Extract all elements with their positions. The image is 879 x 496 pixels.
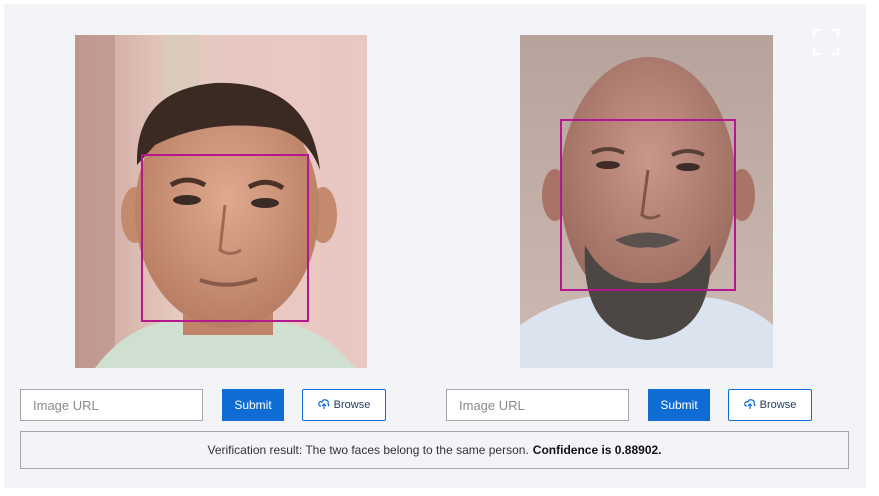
- right-browse-label: Browse: [759, 399, 797, 411]
- right-submit-button[interactable]: Submit: [648, 389, 710, 421]
- left-browse-button[interactable]: Browse: [302, 389, 386, 421]
- right-image-url-input[interactable]: [446, 389, 629, 421]
- right-face-photo: [520, 35, 773, 368]
- result-text: Verification result: The two faces belon…: [207, 443, 529, 457]
- fullscreen-icon[interactable]: [812, 28, 840, 56]
- left-browse-label: Browse: [333, 399, 371, 411]
- confidence-text: Confidence is 0.88902.: [532, 443, 662, 457]
- verification-result: Verification result: The two faces belon…: [20, 431, 849, 469]
- left-submit-button[interactable]: Submit: [222, 389, 284, 421]
- upload-icon: [743, 398, 756, 413]
- upload-icon: [317, 398, 330, 413]
- left-face-photo: [75, 35, 367, 368]
- right-browse-button[interactable]: Browse: [728, 389, 812, 421]
- left-image-url-input[interactable]: [20, 389, 203, 421]
